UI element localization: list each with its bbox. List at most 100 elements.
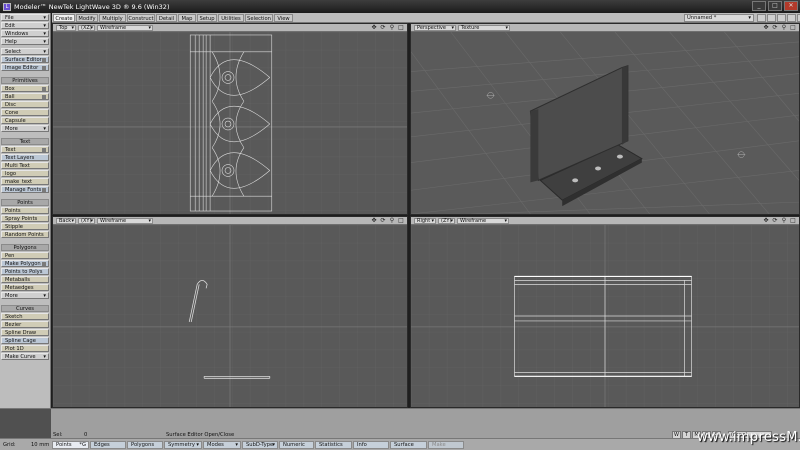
symmetry-button[interactable]: Symmetry ▾ — [164, 441, 202, 449]
make-text-tool[interactable]: make_text — [1, 178, 49, 185]
select-menu[interactable]: Select ▾ — [1, 48, 49, 55]
viewport-back-canvas[interactable] — [53, 225, 407, 407]
tab-create[interactable]: Create — [53, 14, 75, 22]
help-menu[interactable]: Help ▾ — [1, 38, 49, 45]
numeric-button[interactable]: Numeric — [279, 441, 314, 449]
pen-tool[interactable]: Pen — [1, 252, 49, 259]
maximize-button[interactable]: □ — [768, 1, 782, 11]
points-tool[interactable]: Points — [1, 207, 49, 214]
modes-menu[interactable]: Modes ▾ — [203, 441, 241, 449]
text-tool[interactable]: Text — [1, 146, 49, 153]
rotate-view-icon[interactable]: ⟳ — [379, 24, 387, 31]
metaedges-tool[interactable]: Metaedges — [1, 284, 49, 291]
image-editor-button[interactable]: Image Editor — [1, 64, 49, 71]
statistics-button[interactable]: Statistics — [315, 441, 352, 449]
info-bar-spacer — [0, 409, 51, 439]
ball-tool[interactable]: Ball — [1, 93, 49, 100]
edges-mode-button[interactable]: Edges — [90, 441, 126, 449]
stipple-tool[interactable]: Stipple — [1, 223, 49, 230]
maximize-view-icon[interactable]: □ — [397, 24, 405, 31]
object-selector[interactable]: Unnamed * ▾ — [684, 14, 754, 22]
close-button[interactable]: ✕ — [784, 1, 798, 11]
rotate-view-icon[interactable]: ⟳ — [771, 24, 779, 31]
sketch-tool[interactable]: Sketch — [1, 313, 49, 320]
maximize-view-icon[interactable]: □ — [397, 217, 405, 224]
tab-modify[interactable]: Modify — [76, 14, 98, 22]
polygons-mode-button[interactable]: Polygons — [127, 441, 163, 449]
text-layers-button[interactable]: Text Layers — [1, 154, 49, 161]
viewport-top-view-select[interactable]: Top ▾ — [56, 25, 76, 31]
spline-draw-tool[interactable]: Spline Draw — [1, 329, 49, 336]
make-button[interactable]: Make — [428, 441, 464, 449]
zoom-view-icon[interactable]: ⚲ — [780, 217, 788, 224]
info-button[interactable]: Info — [353, 441, 389, 449]
viewport-top-mode-select[interactable]: Wireframe ▾ — [97, 25, 153, 31]
move-view-icon[interactable]: ✥ — [762, 24, 770, 31]
points-mode-button[interactable]: Points *G — [52, 441, 89, 449]
minimize-button[interactable]: _ — [752, 1, 766, 11]
zoom-view-icon[interactable]: ⚲ — [388, 24, 396, 31]
file-menu[interactable]: File ▾ — [1, 14, 49, 21]
make-polygon-button[interactable]: Make Polygon — [1, 260, 49, 267]
move-view-icon[interactable]: ✥ — [370, 217, 378, 224]
tab-map[interactable]: Map — [178, 14, 196, 22]
maximize-view-icon[interactable]: □ — [789, 24, 797, 31]
viewport-back[interactable]: Back ▾ (XY) ▾ Wireframe ▾ ✥ ⟳ ⚲ □ — [52, 216, 408, 408]
rotate-view-icon[interactable]: ⟳ — [771, 217, 779, 224]
make-curve-menu[interactable]: Make Curve ▾ — [1, 353, 49, 360]
viewport-perspective-mode-select[interactable]: Texture ▾ — [458, 25, 510, 31]
viewport-right-view-select[interactable]: Right ▾ — [414, 218, 436, 224]
tab-utilities[interactable]: Utilities — [218, 14, 244, 22]
multi-text-tool[interactable]: Multi Text — [1, 162, 49, 169]
zoom-view-icon[interactable]: ⚲ — [388, 217, 396, 224]
manage-fonts-button[interactable]: Manage Fonts — [1, 186, 49, 193]
surface-editor-button[interactable]: Surface Editor — [1, 56, 49, 63]
layer-3-button[interactable] — [787, 14, 796, 22]
spray-points-tool[interactable]: Spray Points — [1, 215, 49, 222]
cone-tool[interactable]: Cone — [1, 109, 49, 116]
edit-menu[interactable]: Edit ▾ — [1, 22, 49, 29]
random-points-tool[interactable]: Random Points — [1, 231, 49, 238]
disc-tool[interactable]: Disc — [1, 101, 49, 108]
viewport-back-mode-select[interactable]: Wireframe ▾ — [97, 218, 153, 224]
viewport-top[interactable]: Top ▾ (XZ) ▾ Wireframe ▾ ✥ ⟳ ⚲ □ — [52, 23, 408, 215]
layer-foreground-button[interactable] — [757, 14, 766, 22]
polygons-more-menu[interactable]: More ▾ — [1, 292, 49, 299]
viewport-back-axis-select[interactable]: (XY) ▾ — [78, 218, 95, 224]
plot-1d-tool[interactable]: Plot 1D — [1, 345, 49, 352]
viewport-right-axis-select[interactable]: (ZY) ▾ — [438, 218, 455, 224]
layer-background-button[interactable] — [767, 14, 776, 22]
windows-menu[interactable]: Windows ▾ — [1, 30, 49, 37]
maximize-view-icon[interactable]: □ — [789, 217, 797, 224]
primitives-more-menu[interactable]: More ▾ — [1, 125, 49, 132]
logo-tool[interactable]: logo — [1, 170, 49, 177]
layer-2-button[interactable] — [777, 14, 786, 22]
points-to-polys-button[interactable]: Points to Polys — [1, 268, 49, 275]
viewport-right[interactable]: Right ▾ (ZY) ▾ Wireframe ▾ ✥ ⟳ ⚲ □ — [410, 216, 800, 408]
capsule-tool[interactable]: Capsule — [1, 117, 49, 124]
tab-setup[interactable]: Setup — [197, 14, 217, 22]
viewport-right-canvas[interactable] — [411, 225, 799, 407]
viewport-top-canvas[interactable] — [53, 32, 407, 214]
viewport-back-view-select[interactable]: Back ▾ — [56, 218, 76, 224]
move-view-icon[interactable]: ✥ — [762, 217, 770, 224]
metaballs-tool[interactable]: Metaballs — [1, 276, 49, 283]
surface-button[interactable]: Surface — [390, 441, 427, 449]
viewport-perspective-canvas[interactable] — [411, 32, 799, 214]
tab-detail[interactable]: Detail — [156, 14, 177, 22]
viewport-perspective-view-select[interactable]: Perspective ▾ — [414, 25, 456, 31]
viewport-right-mode-select[interactable]: Wireframe ▾ — [457, 218, 509, 224]
spline-cage-button[interactable]: Spline Cage — [1, 337, 49, 344]
viewport-perspective[interactable]: Perspective ▾ Texture ▾ ✥ ⟳ ⚲ □ — [410, 23, 800, 215]
box-tool[interactable]: Box — [1, 85, 49, 92]
bezier-tool[interactable]: Bezier — [1, 321, 49, 328]
tab-selection[interactable]: Selection — [245, 14, 273, 22]
tab-construct[interactable]: Construct — [127, 14, 155, 22]
viewport-top-axis-select[interactable]: (XZ) ▾ — [78, 25, 95, 31]
subd-type-menu[interactable]: SubD-Type ▾ — [242, 441, 278, 449]
tab-multiply[interactable]: Multiply — [99, 14, 126, 22]
move-view-icon[interactable]: ✥ — [370, 24, 378, 31]
zoom-view-icon[interactable]: ⚲ — [780, 24, 788, 31]
tab-view[interactable]: View — [274, 14, 293, 22]
rotate-view-icon[interactable]: ⟳ — [379, 217, 387, 224]
